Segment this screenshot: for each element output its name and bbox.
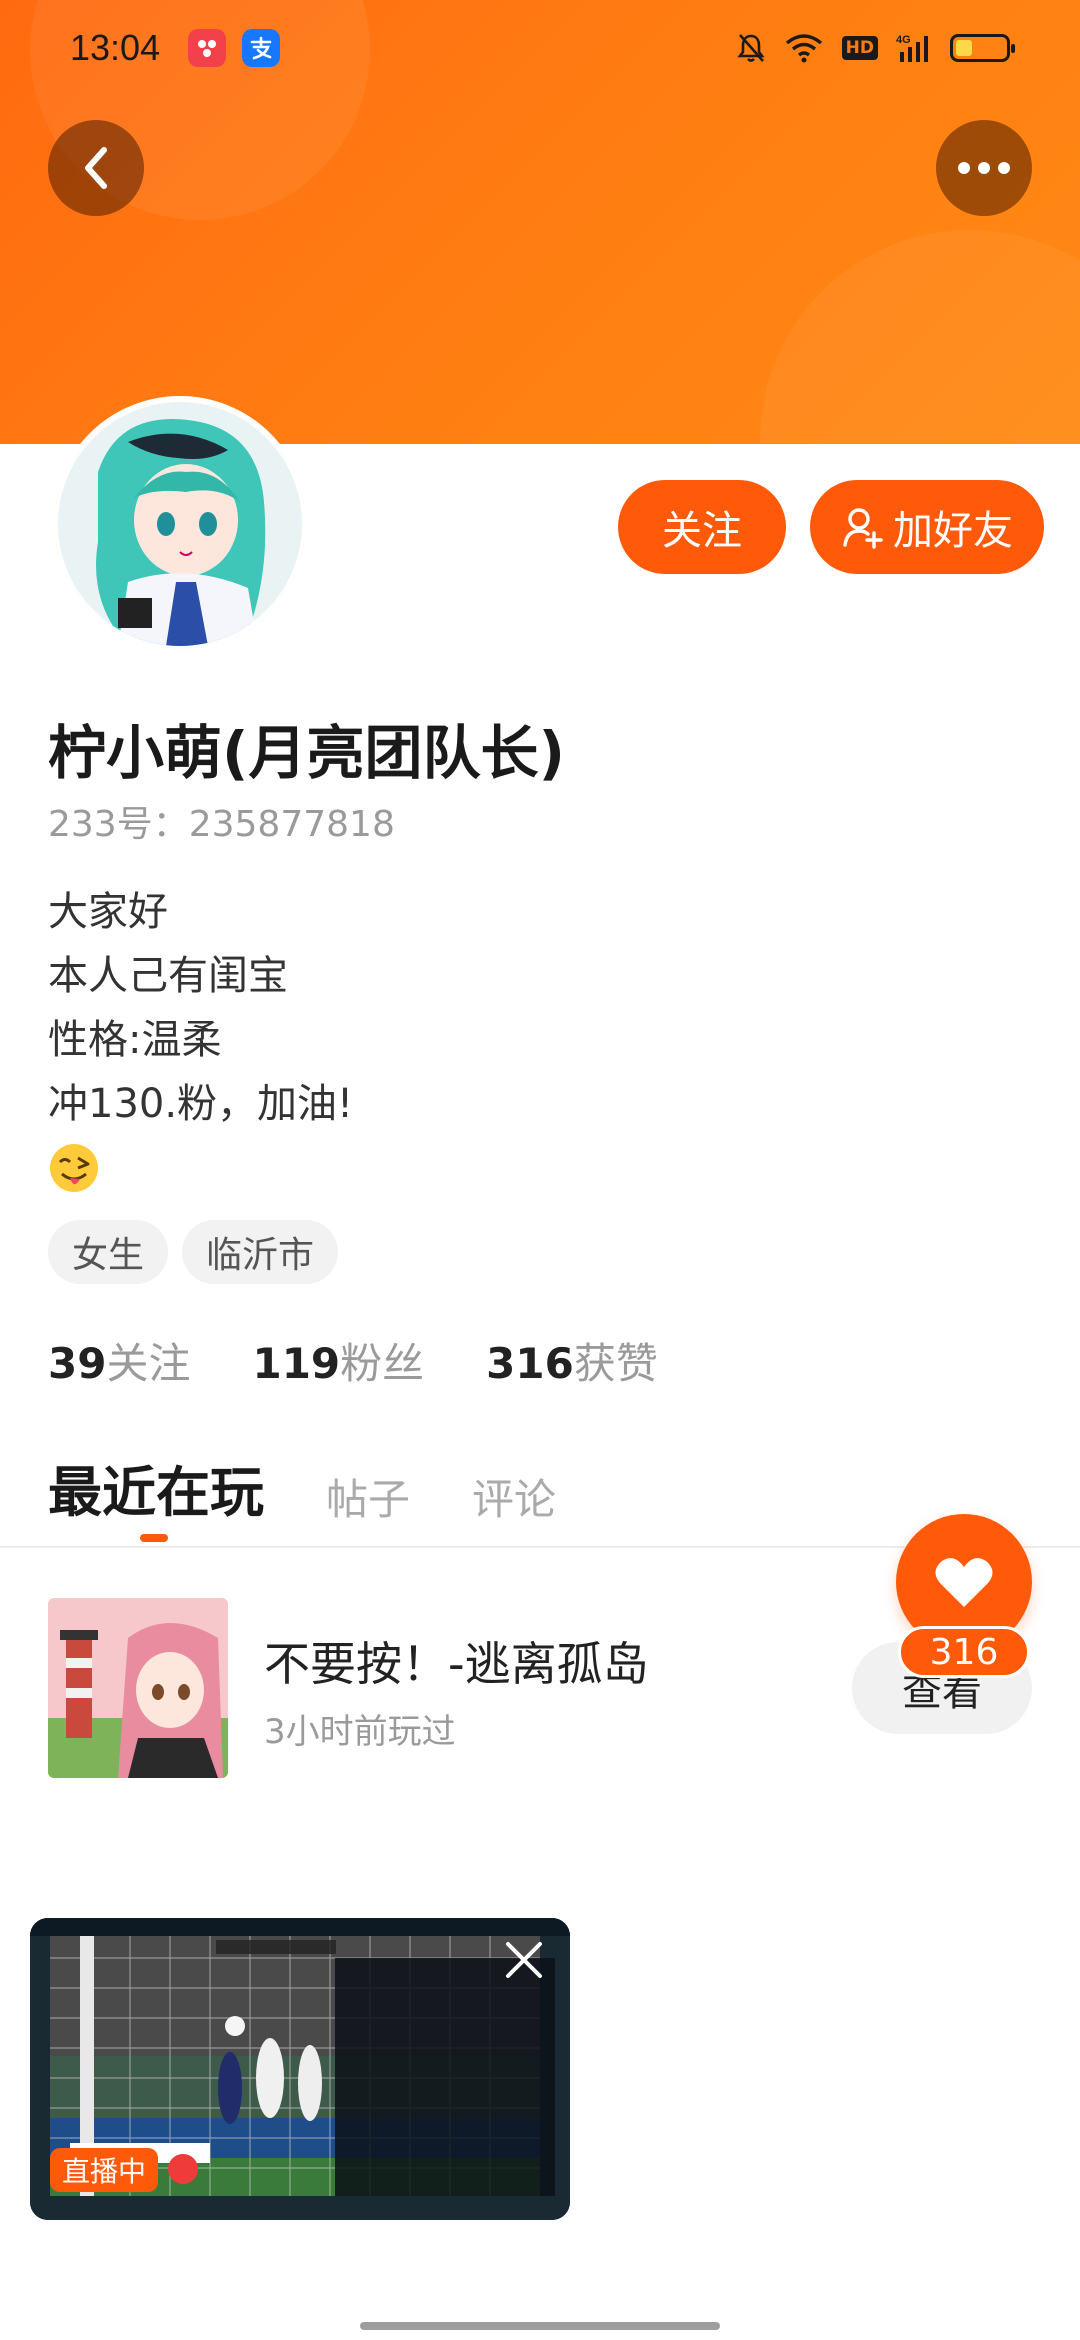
close-icon [506, 1942, 542, 1978]
stat-label: 关注 [106, 1339, 191, 1388]
stat-fans[interactable]: 119粉丝 [252, 1330, 424, 1391]
game-thumbnail[interactable] [48, 1598, 228, 1778]
bio-line: 大家好 [48, 889, 168, 935]
chevron-left-icon [85, 147, 107, 189]
avatar[interactable] [52, 396, 308, 652]
alipay-icon [242, 29, 281, 67]
game-title: 不要按！-逃离孤岛 [264, 1637, 649, 1691]
tab-recent-played[interactable]: 最近在玩 [48, 1448, 264, 1542]
tab-posts[interactable]: 帖子 [326, 1466, 410, 1527]
tag-city: 临沂市 [182, 1220, 339, 1284]
bio-line: 本人己有闺宝 [48, 953, 288, 999]
more-button[interactable] [936, 120, 1032, 216]
stat-label: 粉丝 [340, 1339, 425, 1388]
mute-bell-icon [736, 32, 766, 64]
hd-icon: HD [841, 36, 878, 60]
list-item[interactable]: 不要按！-逃离孤岛 3小时前玩过 查看 [48, 1598, 1032, 1778]
tag-gender: 女生 [48, 1220, 169, 1284]
more-horizontal-icon [958, 162, 1010, 174]
tongue-wink-emoji-icon [48, 1142, 100, 1194]
status-bar: 13:04 HD 4G [0, 0, 1080, 96]
wifi-icon [784, 33, 824, 63]
add-user-icon [843, 508, 883, 549]
like-count-badge: 316 [898, 1626, 1030, 1678]
stat-following[interactable]: 39关注 [48, 1330, 190, 1391]
profile-name: 柠小萌(月亮团队长) [48, 719, 566, 787]
close-video-button[interactable] [494, 1930, 554, 1990]
stat-number: 39 [48, 1339, 107, 1388]
profile-tags: 女生 临沂市 [48, 1220, 339, 1284]
profile-tabs: 最近在玩 帖子 评论 [48, 1448, 556, 1542]
status-time: 13:04 [70, 27, 161, 68]
svg-text:4G: 4G [896, 34, 911, 46]
profile-stats: 39关注 119粉丝 316获赞 [48, 1330, 658, 1391]
stat-number: 316 [486, 1339, 574, 1388]
back-button[interactable] [48, 120, 144, 216]
banner-decoration [760, 230, 1080, 444]
stat-likes[interactable]: 316获赞 [486, 1330, 658, 1391]
profile-bio: 大家好 本人己有闺宝 性格:温柔 冲130.粉，加油! [48, 880, 353, 1213]
signal-icon: 4G [896, 32, 932, 64]
bio-line: 冲130.粉，加油! [48, 1081, 354, 1127]
follow-button[interactable]: 关注 [618, 480, 786, 574]
bio-line: 性格:温柔 [48, 1017, 222, 1063]
app-red-icon [188, 29, 227, 67]
add-friend-button[interactable]: 加好友 [810, 480, 1044, 574]
profile-uid: 233号：235877818 [48, 804, 395, 845]
heart-icon [935, 1558, 993, 1607]
follow-label: 关注 [662, 508, 742, 554]
home-indicator[interactable] [360, 2322, 720, 2330]
floating-video-player[interactable]: 直播中 [30, 1918, 570, 2220]
battery-icon [950, 34, 1015, 62]
game-last-played: 3小时前玩过 [264, 1712, 456, 1752]
tab-comments[interactable]: 评论 [472, 1466, 556, 1527]
live-badge: 直播中 [50, 2148, 159, 2192]
stat-number: 119 [252, 1339, 341, 1388]
stat-label: 获赞 [573, 1339, 658, 1388]
live-indicator-dot [168, 2154, 198, 2184]
add-friend-label: 加好友 [893, 508, 1013, 554]
